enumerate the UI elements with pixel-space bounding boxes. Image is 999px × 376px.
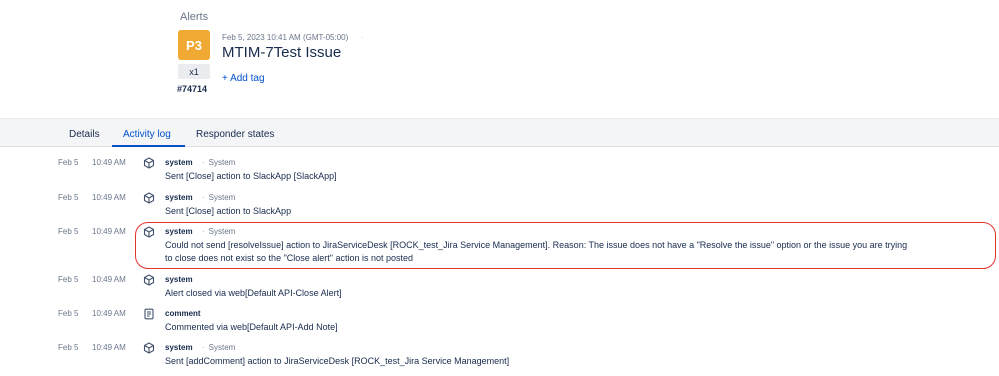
- message-line: Commented via web[Default API-Add Note]: [165, 322, 338, 332]
- priority-badge: P3: [178, 30, 210, 60]
- entry-message: Alert closed via web[Default API-Close A…: [165, 287, 985, 300]
- entry-actor: comment: [165, 309, 201, 318]
- entry-time: 10:49 AM: [92, 193, 126, 202]
- entry-date: Feb 5: [58, 343, 79, 352]
- cube-icon: [143, 192, 155, 204]
- entry-role: System: [202, 343, 236, 352]
- entry-date: Feb 5: [58, 275, 79, 284]
- entry-role: System: [202, 227, 236, 236]
- entry-time: 10:49 AM: [92, 343, 126, 352]
- tab-details[interactable]: Details: [69, 129, 100, 140]
- entry-time: 10:49 AM: [92, 275, 126, 284]
- entry-message: Sent [addComment] action to JiraServiceD…: [165, 355, 985, 368]
- entry-actor: system: [165, 227, 193, 236]
- entry-date: Feb 5: [58, 193, 79, 202]
- entry-time: 10:49 AM: [92, 309, 126, 318]
- entry-actor: system: [165, 158, 193, 167]
- count-badge: x1: [178, 64, 210, 79]
- cube-icon: [143, 342, 155, 354]
- message-line: Could not send [resolveIssue] action to …: [165, 240, 908, 250]
- entry-role: System: [202, 193, 236, 202]
- entry-message: Sent [Close] action to SlackApp [SlackAp…: [165, 170, 985, 183]
- message-line: Sent [Close] action to SlackApp [SlackAp…: [165, 171, 337, 181]
- page-title: MTIM-7Test Issue: [222, 44, 342, 61]
- message-line: Sent [Close] action to SlackApp: [165, 206, 292, 216]
- alert-header: Alerts P3 x1 #74714 Feb 5, 2023 10:41 AM…: [0, 0, 999, 118]
- entry-actor: system: [165, 275, 193, 284]
- entry-role: System: [202, 158, 236, 167]
- add-tag-link[interactable]: + Add tag: [222, 73, 265, 84]
- entry-date: Feb 5: [58, 227, 79, 236]
- note-icon: [144, 308, 154, 320]
- entry-date: Feb 5: [58, 309, 79, 318]
- active-tab-indicator: [112, 145, 185, 147]
- cube-icon: [143, 274, 155, 286]
- entry-message: Commented via web[Default API-Add Note]: [165, 321, 985, 334]
- entry-actor: system: [165, 193, 193, 202]
- entry-actor: system: [165, 343, 193, 352]
- header-divider: [0, 118, 999, 127]
- entry-time: 10:49 AM: [92, 158, 126, 167]
- breadcrumb[interactable]: Alerts: [180, 11, 208, 23]
- separator-dot: ·: [361, 33, 364, 42]
- entry-date: Feb 5: [58, 158, 79, 167]
- entry-message: Sent [Close] action to SlackApp: [165, 205, 985, 218]
- cube-icon: [143, 157, 155, 169]
- message-line: Sent [addComment] action to JiraServiceD…: [165, 356, 510, 366]
- alert-timestamp: Feb 5, 2023 10:41 AM (GMT-05:00): [222, 33, 349, 42]
- message-line: Alert closed via web[Default API-Close A…: [165, 288, 342, 298]
- entry-time: 10:49 AM: [92, 227, 126, 236]
- tab-bar: Details Activity log Responder states: [0, 127, 999, 147]
- alert-id: #74714: [177, 84, 208, 94]
- tab-activity-log[interactable]: Activity log: [123, 129, 171, 140]
- message-line: to close does not exist so the "Close al…: [165, 253, 414, 263]
- cube-icon: [143, 226, 155, 238]
- tab-responder-states[interactable]: Responder states: [196, 129, 274, 140]
- entry-message: Could not send [resolveIssue] action to …: [165, 239, 985, 265]
